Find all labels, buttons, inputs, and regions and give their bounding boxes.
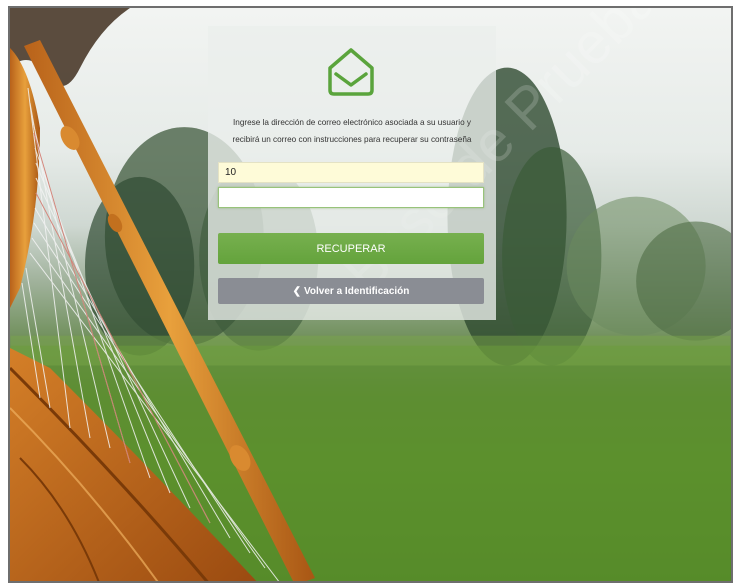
user-field[interactable] bbox=[218, 162, 484, 183]
browser-frame: Base de Pruebas bbox=[8, 6, 733, 583]
envelope-house-icon bbox=[328, 48, 374, 96]
back-to-login-button[interactable]: ❮ Volver a Identificación bbox=[218, 278, 484, 304]
email-field[interactable] bbox=[218, 187, 484, 208]
screen: Base de Pruebas bbox=[0, 0, 733, 583]
back-button-label: Volver a Identificación bbox=[303, 285, 410, 297]
chevron-left-icon: ❮ bbox=[292, 285, 301, 297]
recovery-panel: Ingrese la dirección de correo electróni… bbox=[208, 26, 496, 320]
instructions-text: Ingrese la dirección de correo electróni… bbox=[232, 118, 472, 144]
recover-button[interactable]: RECUPERAR bbox=[218, 233, 484, 264]
